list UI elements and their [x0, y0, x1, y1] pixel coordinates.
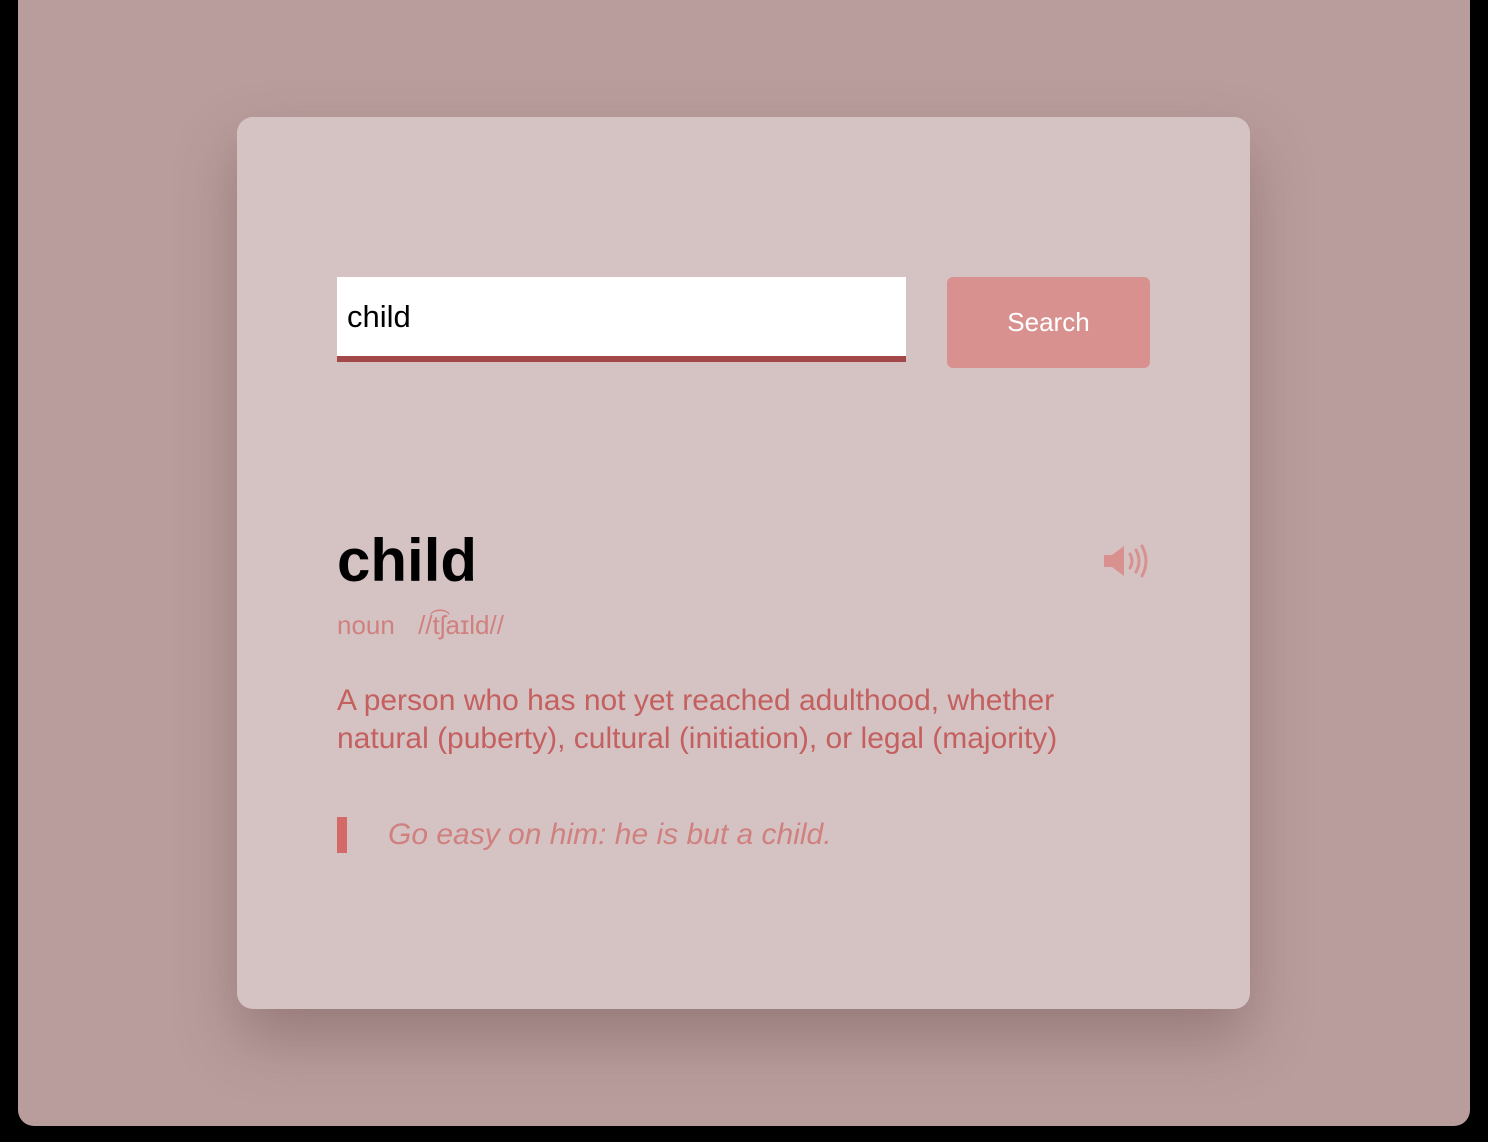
example-quote: Go easy on him: he is but a child. — [337, 816, 1150, 854]
example-text: Go easy on him: he is but a child. — [388, 818, 832, 851]
search-button[interactable]: Search — [947, 277, 1150, 368]
dictionary-card: Search child noun //t͡ʃaɪld// A person w… — [237, 117, 1250, 1009]
word-title: child — [337, 527, 478, 594]
app-window: Search child noun //t͡ʃaɪld// A person w… — [18, 0, 1470, 1126]
phonetic: //t͡ʃaɪld// — [418, 610, 504, 640]
search-input[interactable] — [337, 277, 906, 362]
definition-text: A person who has not yet reached adultho… — [337, 684, 1058, 755]
search-bar: Search — [337, 277, 1150, 368]
word-meta: noun //t͡ʃaɪld// — [337, 608, 1150, 642]
part-of-speech: noun — [337, 610, 395, 640]
speaker-icon[interactable] — [1102, 543, 1150, 579]
word-result: child noun //t͡ʃaɪld// A person who has … — [337, 524, 1150, 854]
quote-bar — [337, 817, 347, 853]
